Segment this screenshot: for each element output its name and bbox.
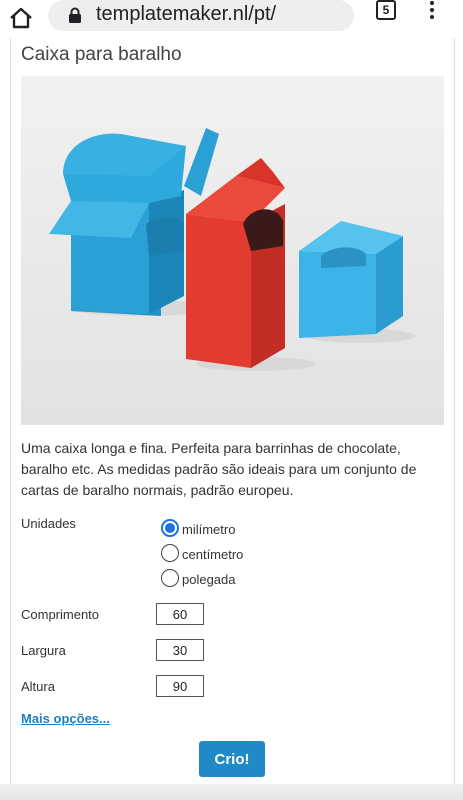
more-options-link[interactable]: Mais opções... — [21, 711, 110, 726]
radio-icon[interactable] — [161, 568, 179, 587]
boxes-photo — [21, 76, 444, 425]
width-label: Largura — [21, 643, 66, 658]
length-input[interactable] — [156, 603, 204, 625]
length-label: Comprimento — [21, 607, 100, 622]
kebab-menu-icon[interactable] — [424, 0, 440, 22]
address-bar[interactable]: templatemaker.nl/pt/ — [48, 0, 354, 31]
browser-toolbar: templatemaker.nl/pt/ 5 — [0, 0, 463, 40]
url-text: templatemaker.nl/pt/ — [96, 3, 277, 25]
radio-label: polegada — [182, 572, 236, 587]
create-button[interactable]: Crio! — [199, 741, 265, 777]
unit-option-inch[interactable]: polegada — [161, 568, 236, 587]
radio-icon[interactable] — [161, 543, 179, 562]
lock-icon — [69, 7, 81, 23]
height-label: Altura — [21, 679, 55, 694]
width-input[interactable] — [156, 639, 204, 661]
bottom-edge — [0, 784, 463, 800]
unit-option-millimeter[interactable]: milímetro — [161, 518, 235, 537]
radio-checked-icon[interactable] — [161, 518, 179, 537]
page-title: Caixa para baralho — [21, 44, 182, 65]
units-label: Unidades — [21, 516, 76, 531]
radio-label: centímetro — [182, 547, 244, 562]
radio-label: milímetro — [182, 522, 236, 537]
product-image — [21, 76, 444, 425]
height-input[interactable] — [156, 675, 204, 697]
tabs-icon[interactable]: 5 — [376, 0, 396, 20]
description: Uma caixa longa e fina. Perfeita para ba… — [21, 440, 417, 498]
home-icon[interactable] — [6, 4, 36, 32]
content-card: Caixa para baralho Uma caixa longa e fin… — [10, 38, 455, 784]
unit-option-centimeter[interactable]: centímetro — [161, 543, 243, 562]
